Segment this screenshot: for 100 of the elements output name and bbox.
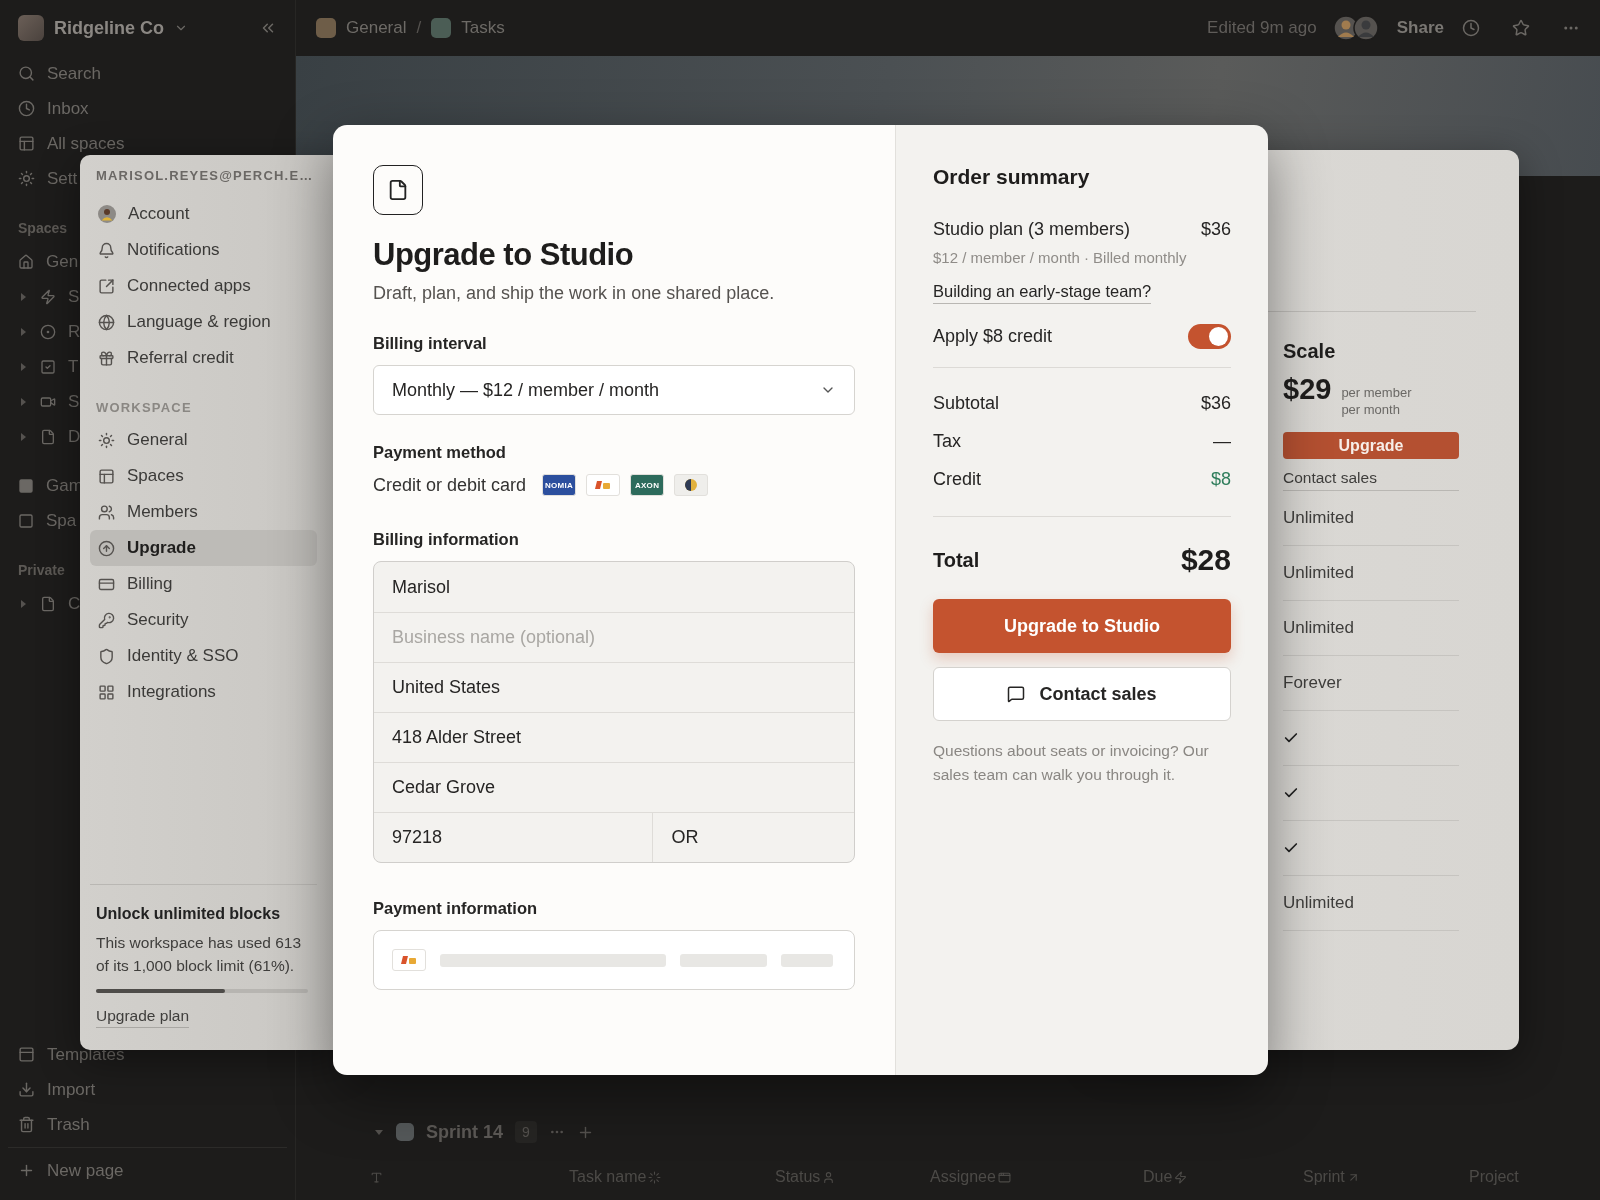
share-button[interactable]: Share xyxy=(1388,14,1452,42)
input-field[interactable]: Business name (optional) xyxy=(374,613,854,662)
sidebar-item[interactable]: S xyxy=(0,392,80,411)
shield-icon xyxy=(98,647,115,665)
sidebar-item[interactable]: Gen xyxy=(0,252,79,271)
sales-note: Questions about seats or invoicing? Our sales team can walk you through it. xyxy=(933,741,1210,785)
card-logo: NOMIA xyxy=(542,474,577,496)
sidebar-item[interactable]: Inbox xyxy=(0,99,89,118)
caret-icon[interactable] xyxy=(374,1127,384,1137)
settings-item[interactable]: Language & region xyxy=(90,304,317,340)
contact-sales-link[interactable]: Contact sales xyxy=(1283,469,1459,491)
page-icon xyxy=(40,428,56,445)
upgrade-icon xyxy=(98,539,115,557)
home-icon xyxy=(18,253,34,270)
upgrade-button[interactable]: Upgrade to Studio xyxy=(933,599,1231,653)
layout-icon xyxy=(98,467,115,485)
summary-value: $8 xyxy=(1210,468,1231,490)
account-email: MARISOL.REYES@PERCH.E… xyxy=(95,167,315,185)
credit-label: Apply $8 credit xyxy=(933,326,1053,347)
sidebar-item[interactable]: C xyxy=(0,594,81,613)
settings-item[interactable]: Account xyxy=(90,196,317,232)
bell-icon xyxy=(98,241,115,259)
caret-icon[interactable] xyxy=(18,326,28,337)
settings-item[interactable]: Identity & SSO xyxy=(90,638,317,674)
input-field[interactable]: Marisol xyxy=(374,562,854,612)
feature-value: Unlimited xyxy=(1283,508,1354,528)
settings-item[interactable]: Members xyxy=(90,494,317,530)
line-item-detail: $12 / member / month · Billed monthly xyxy=(933,249,1188,266)
settings-icon xyxy=(18,170,35,187)
document-icon xyxy=(373,165,423,215)
sidebar-item[interactable]: R xyxy=(0,322,81,341)
breadcrumb-link[interactable]: General xyxy=(346,18,407,38)
caret-icon[interactable] xyxy=(18,431,28,442)
settings-item[interactable]: Referral credit xyxy=(90,340,317,376)
sidebar-item[interactable]: Sett xyxy=(0,169,78,188)
checkbox-icon xyxy=(40,358,56,375)
settings-item[interactable]: Connected apps xyxy=(90,268,317,304)
bolt-icon xyxy=(1174,1170,1188,1184)
download-icon xyxy=(18,1081,35,1098)
caret-icon[interactable] xyxy=(18,598,28,609)
summary-title: Order summary xyxy=(933,165,1091,189)
field-label: Payment method xyxy=(373,443,507,462)
text-type-icon xyxy=(370,1170,383,1184)
input-field[interactable]: United States xyxy=(374,663,854,712)
sidebar-item[interactable]: S xyxy=(0,287,80,306)
sidebar-item[interactable]: Templates xyxy=(0,1045,125,1064)
caret-icon[interactable] xyxy=(18,396,28,407)
feature-value: Unlimited xyxy=(1283,893,1354,913)
settings-item[interactable]: Security xyxy=(90,602,317,638)
upgrade-button[interactable]: Upgrade xyxy=(1283,432,1459,459)
plan-price: $29 xyxy=(1283,373,1332,406)
usage-text: This workspace has used 613 of its 1,000 block limit (61%). xyxy=(96,933,303,976)
group-title[interactable]: Sprint 14 xyxy=(426,1121,504,1143)
new-page-button[interactable]: New page xyxy=(0,1161,124,1180)
card-input-field[interactable] xyxy=(373,930,855,990)
payment-method-option[interactable]: Credit or debit card xyxy=(373,474,527,496)
section-heading: Private xyxy=(17,561,65,580)
input-field[interactable]: Cedar Grove xyxy=(374,763,854,812)
settings-item[interactable]: Upgrade xyxy=(90,530,317,566)
globe-icon xyxy=(98,313,115,331)
billing-interval-select[interactable]: Monthly — $12 / member / month xyxy=(373,365,855,415)
upgrade-plan-link[interactable]: Upgrade plan xyxy=(96,1007,190,1028)
early-stage-link[interactable]: Building an early-stage team? xyxy=(933,282,1152,304)
users-icon xyxy=(98,503,115,521)
plan-name: Scale xyxy=(1283,340,1337,363)
input-field[interactable]: 418 Alder Street xyxy=(374,713,854,762)
caret-icon[interactable] xyxy=(18,291,28,302)
input-field[interactable]: OR xyxy=(652,813,854,862)
square-icon xyxy=(18,512,34,529)
summary-label: Subtotal xyxy=(933,392,1000,414)
star-icon[interactable] xyxy=(1512,19,1530,37)
input-field[interactable]: 97218 xyxy=(374,813,653,862)
caret-icon[interactable] xyxy=(18,361,28,372)
sidebar-item[interactable]: Spa xyxy=(0,511,77,530)
sidebar-item[interactable]: Search xyxy=(0,64,101,83)
square-icon xyxy=(18,477,34,494)
price-unit: per month xyxy=(1341,401,1401,418)
card-logo xyxy=(392,949,426,971)
plus-icon xyxy=(18,1162,35,1179)
settings-item[interactable]: Integrations xyxy=(90,674,317,710)
settings-item[interactable]: General xyxy=(90,422,317,458)
settings-item[interactable]: Notifications xyxy=(90,232,317,268)
sidebar-item[interactable]: D xyxy=(0,427,81,446)
workspace-name[interactable]: Ridgeline Co xyxy=(54,17,164,39)
breadcrumb-link[interactable]: Tasks xyxy=(461,18,505,38)
feature-value: Forever xyxy=(1283,673,1342,693)
settings-item[interactable]: Spaces xyxy=(90,458,317,494)
search-icon xyxy=(18,65,35,82)
sidebar-item[interactable]: Trash xyxy=(0,1115,90,1134)
field-label: Billing interval xyxy=(373,334,488,353)
clock-icon[interactable] xyxy=(1462,19,1480,37)
credit-toggle[interactable] xyxy=(1188,324,1231,349)
key-icon xyxy=(98,611,115,629)
sidebar-item[interactable]: All spaces xyxy=(0,134,125,153)
line-item-amount: $36 xyxy=(1200,219,1231,240)
sidebar-item[interactable]: T xyxy=(0,357,79,376)
feature-value: Unlimited xyxy=(1283,563,1354,583)
sidebar-item[interactable]: Import xyxy=(0,1080,96,1099)
contact-sales-button[interactable]: Contact sales xyxy=(933,667,1231,721)
settings-item[interactable]: Billing xyxy=(90,566,317,602)
